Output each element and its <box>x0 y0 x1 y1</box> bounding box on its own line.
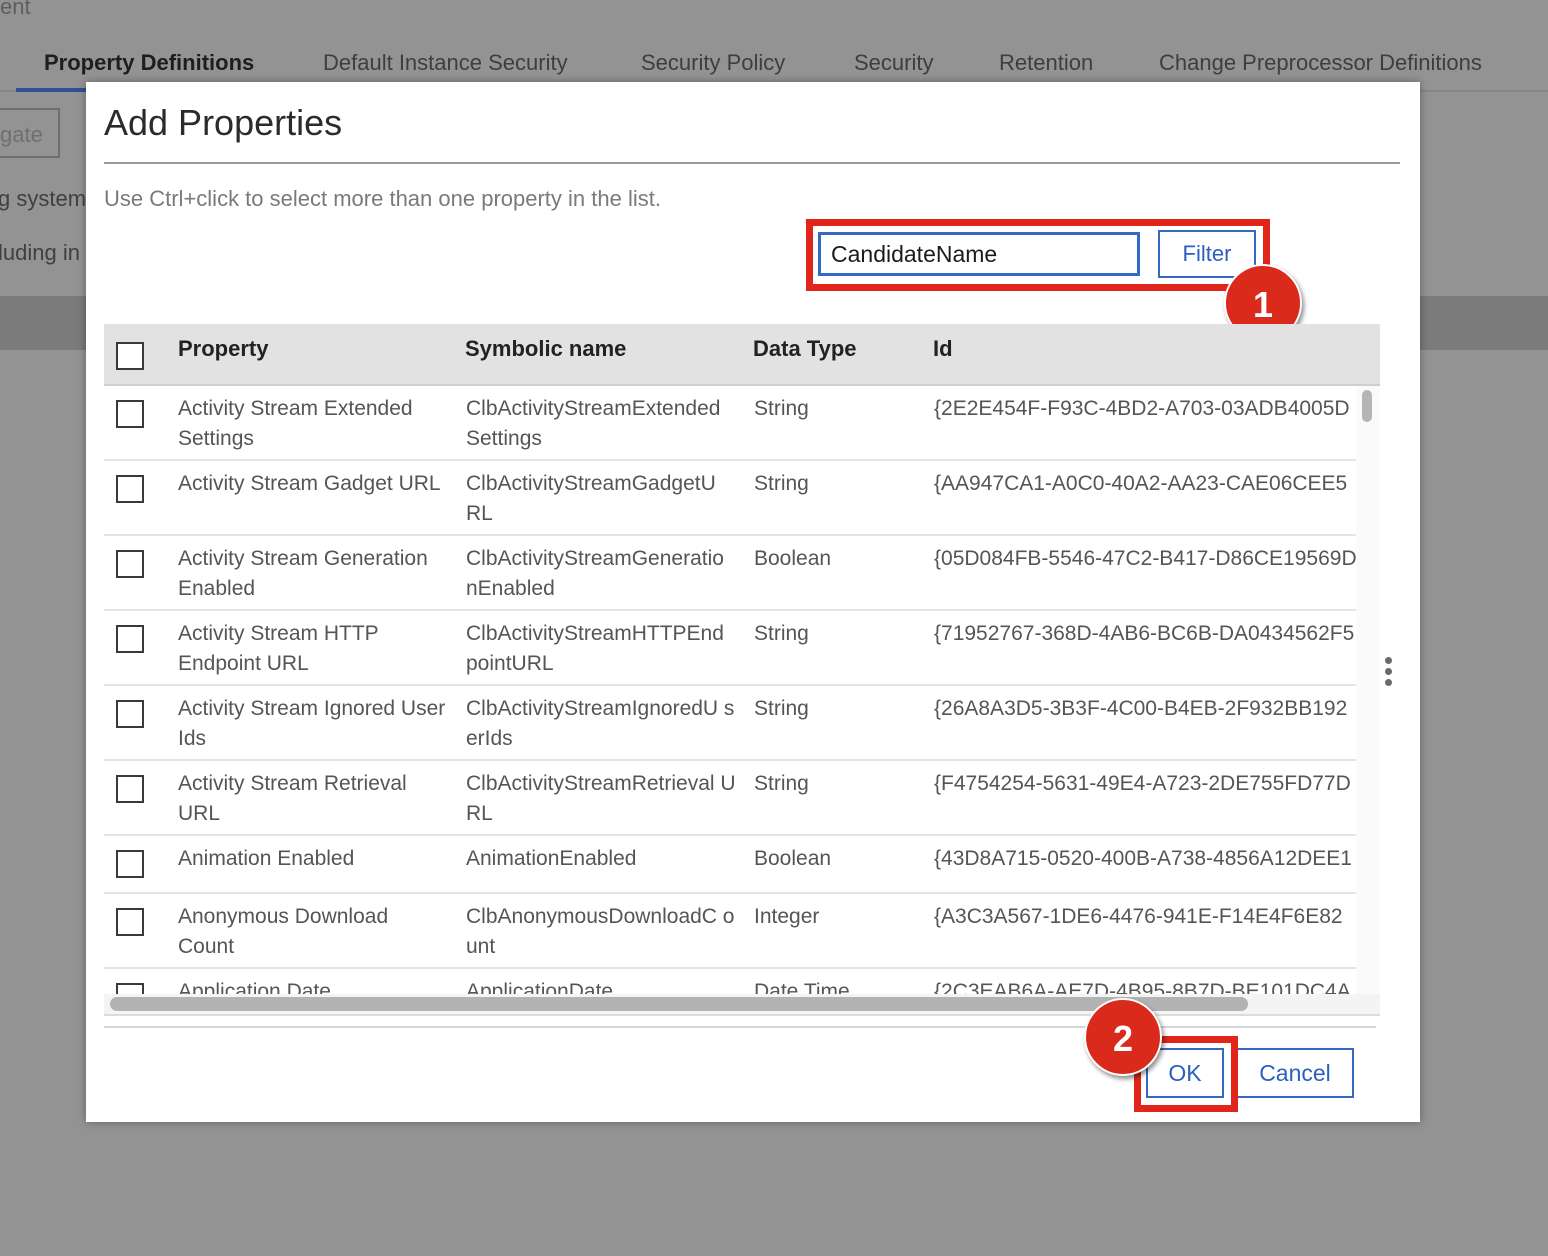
row-checkbox[interactable] <box>116 400 144 428</box>
cell-data-type: String <box>754 622 809 645</box>
table-row[interactable]: Activity Stream Generation Enabled ClbAc… <box>104 536 1356 611</box>
column-header-symbolic-name[interactable]: Symbolic name <box>465 336 626 362</box>
step-2-badge: 2 <box>1084 998 1162 1076</box>
column-header-data-type[interactable]: Data Type <box>753 336 857 362</box>
column-header-property[interactable]: Property <box>178 336 268 362</box>
tab-security[interactable]: Security <box>854 50 933 76</box>
cell-symbolic-name: ClbActivityStreamHTTPEnd pointURL <box>466 622 724 675</box>
more-options-icon[interactable] <box>1382 657 1394 691</box>
table-row[interactable]: Activity Stream Extended Settings ClbAct… <box>104 386 1356 461</box>
background-button[interactable]: gate <box>0 108 60 158</box>
row-checkbox[interactable] <box>116 908 144 936</box>
tab-retention[interactable]: Retention <box>999 50 1093 76</box>
add-properties-dialog: Add Properties Use Ctrl+click to select … <box>86 82 1420 1122</box>
cell-data-type: Boolean <box>754 547 832 570</box>
cell-property: Activity Stream Ignored User Ids <box>178 697 446 750</box>
row-checkbox[interactable] <box>116 775 144 803</box>
cell-symbolic-name: AnimationEnabled <box>466 847 637 870</box>
cell-property: Activity Stream Extended Settings <box>178 397 413 450</box>
cell-id: {71952767-368D-4AB6-BC6B-DA0434562F5 <box>934 622 1355 645</box>
dialog-footer-divider <box>104 1026 1376 1028</box>
row-checkbox[interactable] <box>116 700 144 728</box>
cell-property: Activity Stream Retrieval URL <box>178 772 407 825</box>
row-checkbox[interactable] <box>116 850 144 878</box>
table-row[interactable]: Activity Stream Retrieval URL ClbActivit… <box>104 761 1356 836</box>
cell-data-type: String <box>754 472 809 495</box>
cell-id: {AA947CA1-A0C0-40A2-AA23-CAE06CEE5 <box>934 472 1348 495</box>
cell-id: {05D084FB-5546-47C2-B417-D86CE19569D <box>934 547 1356 570</box>
cell-id: {43D8A715-0520-400B-A738-4856A12DEE1 <box>934 847 1352 870</box>
cell-id: {F4754254-5631-49E4-A723-2DE755FD77D <box>934 772 1351 795</box>
cell-data-type: String <box>754 697 809 720</box>
cell-data-type: Integer <box>754 905 820 928</box>
select-all-checkbox[interactable] <box>116 342 144 370</box>
dialog-hint: Use Ctrl+click to select more than one p… <box>104 186 661 211</box>
cell-data-type: String <box>754 772 809 795</box>
column-header-id[interactable]: Id <box>933 336 953 362</box>
cell-data-type: Boolean <box>754 847 832 870</box>
background-description-line-1: g system <box>0 186 87 211</box>
cell-id: {26A8A3D5-3B3F-4C00-B4EB-2F932BB192 <box>934 697 1348 720</box>
dialog-title-divider <box>104 162 1400 164</box>
cell-property: Animation Enabled <box>178 847 355 870</box>
cell-symbolic-name: ClbActivityStreamGeneratio nEnabled <box>466 547 724 600</box>
cell-property: Activity Stream Generation Enabled <box>178 547 428 600</box>
cell-id: {A3C3A567-1DE6-4476-941E-F14E4F6E82 <box>934 905 1343 928</box>
row-checkbox[interactable] <box>116 550 144 578</box>
row-checkbox[interactable] <box>116 475 144 503</box>
cell-property: Activity Stream HTTP Endpoint URL <box>178 622 379 675</box>
cell-symbolic-name: ClbActivityStreamGadgetU RL <box>466 472 716 525</box>
vertical-scrollbar-track[interactable] <box>1356 386 1380 996</box>
table-row[interactable]: Animation Enabled AnimationEnabled Boole… <box>104 836 1356 894</box>
table-row[interactable]: Activity Stream Ignored User Ids ClbActi… <box>104 686 1356 761</box>
cell-property: Activity Stream Gadget URL <box>178 472 441 495</box>
dialog-title: Add Properties <box>104 102 343 143</box>
row-checkbox[interactable] <box>116 625 144 653</box>
cell-property: Anonymous Download Count <box>178 905 389 958</box>
active-tab-indicator <box>16 88 86 92</box>
grid-rows: Activity Stream Extended Settings ClbAct… <box>104 386 1356 1014</box>
vertical-scrollbar-thumb[interactable] <box>1362 390 1372 422</box>
tab-default-instance-security[interactable]: Default Instance Security <box>323 50 568 76</box>
tab-change-preprocessor-definitions[interactable]: Change Preprocessor Definitions <box>1159 50 1482 76</box>
cell-symbolic-name: ClbActivityStreamRetrieval URL <box>466 772 736 825</box>
background-description-line-2: luding in <box>0 240 80 265</box>
properties-grid: Property Symbolic name Data Type Id Acti… <box>104 324 1380 1016</box>
cell-symbolic-name: ClbActivityStreamExtended Settings <box>466 397 721 450</box>
horizontal-scrollbar-thumb[interactable] <box>110 997 1248 1011</box>
tab-security-policy[interactable]: Security Policy <box>641 50 785 76</box>
table-row[interactable]: Anonymous Download Count ClbAnonymousDow… <box>104 894 1356 969</box>
cell-symbolic-name: ClbActivityStreamIgnoredU serIds <box>466 697 735 750</box>
cell-data-type: String <box>754 397 809 420</box>
cell-symbolic-name: ClbAnonymousDownloadC ount <box>466 905 735 958</box>
cancel-button[interactable]: Cancel <box>1236 1048 1354 1098</box>
cell-id: {2E2E454F-F93C-4BD2-A703-03ADB4005D <box>934 397 1350 420</box>
highlight-filter-box <box>806 219 1270 291</box>
table-row[interactable]: Activity Stream HTTP Endpoint URL ClbAct… <box>104 611 1356 686</box>
grid-header: Property Symbolic name Data Type Id <box>104 324 1380 386</box>
table-row[interactable]: Activity Stream Gadget URL ClbActivitySt… <box>104 461 1356 536</box>
breadcrumb: ent <box>0 0 31 19</box>
tab-property-definitions[interactable]: Property Definitions <box>44 50 254 76</box>
